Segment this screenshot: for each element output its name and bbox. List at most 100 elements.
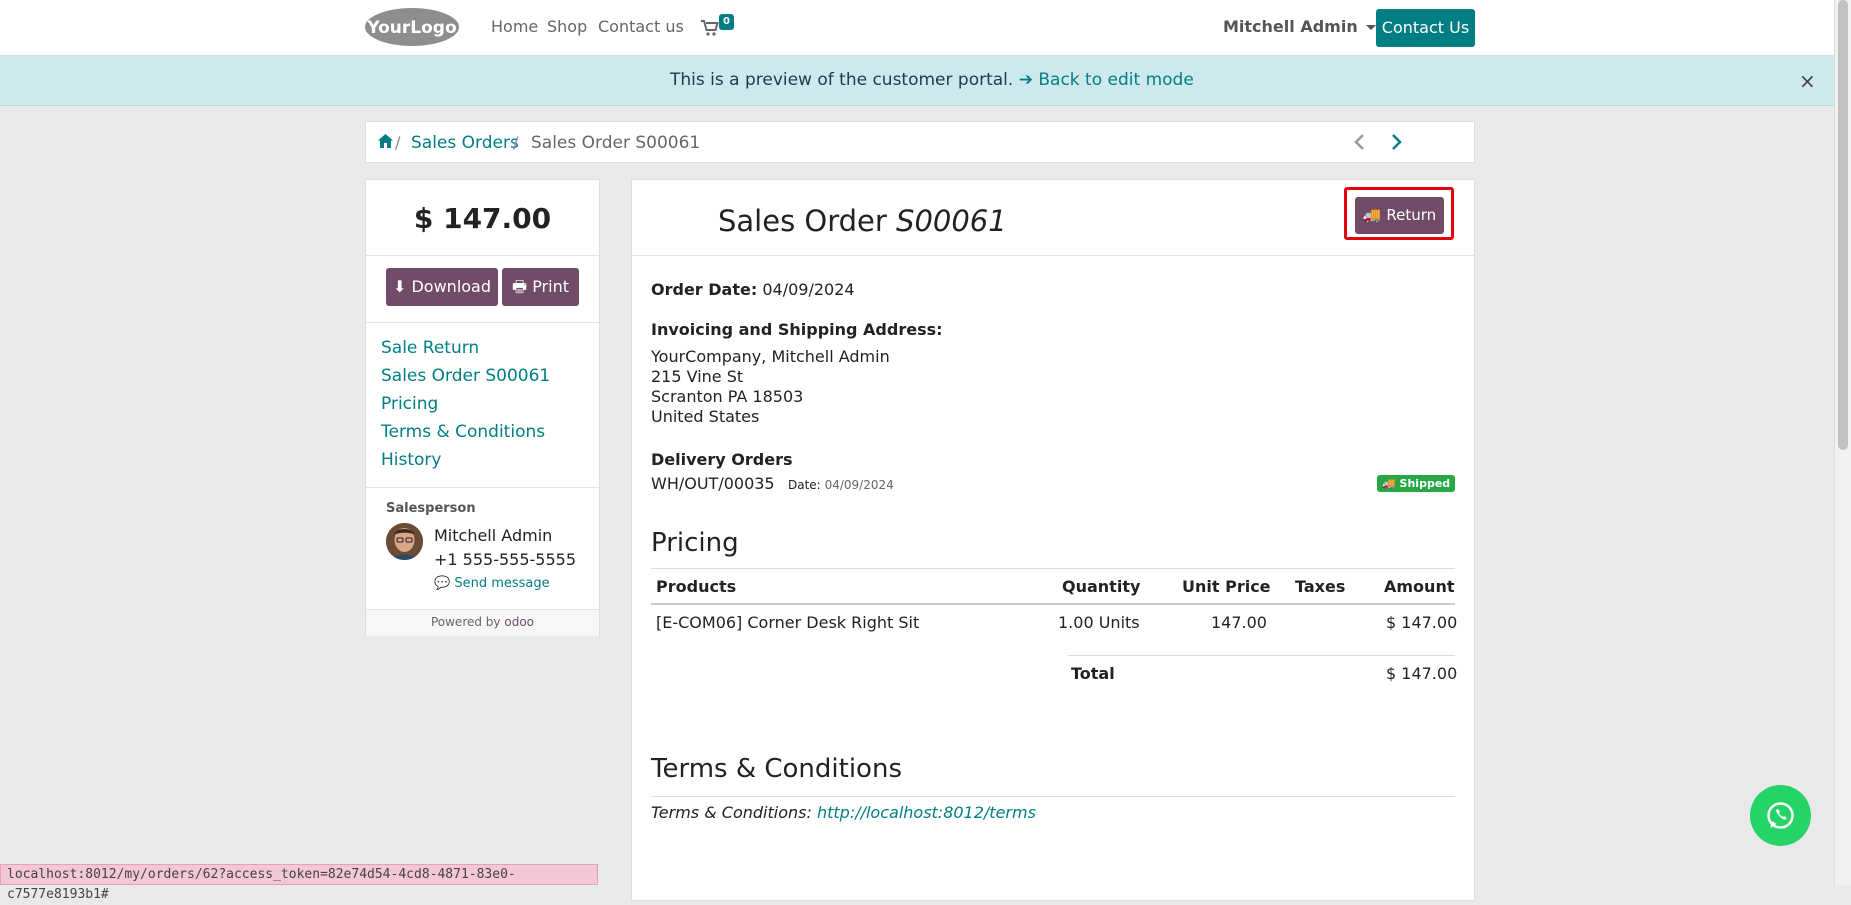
divider xyxy=(632,255,1474,256)
nav-home-link[interactable]: Home xyxy=(491,17,538,36)
powered-by-label: Powered by xyxy=(430,615,501,629)
truck-icon: 🚚 xyxy=(1362,206,1382,224)
return-label: Return xyxy=(1386,206,1437,224)
sidebar-link-history[interactable]: History xyxy=(381,450,441,470)
logo-text: YourLogo xyxy=(366,18,456,38)
chevron-down-icon xyxy=(1365,25,1376,30)
nav-shop-link[interactable]: Shop xyxy=(547,17,587,36)
total-label: Total xyxy=(1071,664,1115,683)
contact-us-button[interactable]: Contact Us xyxy=(1376,9,1475,47)
portal-preview-alert: This is a preview of the customer portal… xyxy=(0,56,1834,106)
terms-line: Terms & Conditions: http://localhost:801… xyxy=(651,803,1036,822)
address-line: Scranton PA 18503 xyxy=(651,387,804,406)
sidebar-link-sale-return[interactable]: Sale Return xyxy=(381,338,479,358)
chevron-right-icon[interactable] xyxy=(1390,131,1402,156)
page-title: Sales Order S00061 xyxy=(718,204,1007,238)
title-prefix: Sales Order xyxy=(718,204,887,238)
back-to-edit-link[interactable]: ➔ Back to edit mode xyxy=(1019,70,1194,90)
terms-heading: Terms & Conditions xyxy=(651,754,902,784)
home-icon[interactable] xyxy=(378,133,393,152)
row-amount: $ 147.00 xyxy=(1386,613,1458,632)
breadcrumb-sales-orders[interactable]: Sales Orders xyxy=(411,133,519,153)
order-main-card: Sales Order S00061 🚚 Return Order Date: … xyxy=(631,179,1475,901)
truck-icon: 🚚 xyxy=(1382,477,1396,490)
top-navbar: YourLogo Home Shop Contact us 0 Mitchell… xyxy=(0,0,1834,56)
send-message-label: Send message xyxy=(454,576,550,591)
address-line: YourCompany, Mitchell Admin xyxy=(651,347,890,366)
order-sidebar: $ 147.00 ⬇ Download 🖶 Print Sale Return … xyxy=(365,179,600,636)
close-icon[interactable]: × xyxy=(1799,69,1816,93)
powered-by-footer: Powered by odoo xyxy=(366,609,599,636)
order-total-amount: $ 147.00 xyxy=(413,202,552,235)
address-line: 215 Vine St xyxy=(651,367,744,386)
avatar xyxy=(386,523,423,560)
chat-bubble-icon: 💬 xyxy=(434,576,451,591)
col-quantity: Quantity xyxy=(1062,577,1141,596)
table-top-border xyxy=(651,568,1455,569)
preview-message: This is a preview of the customer portal… xyxy=(670,70,1194,90)
print-icon: 🖶 xyxy=(511,277,528,296)
delivery-date-value: 04/09/2024 xyxy=(824,478,894,492)
nav-contact-link[interactable]: Contact us xyxy=(598,17,684,36)
status-bar-url: localhost:8012/my/orders/62?access_token… xyxy=(0,864,598,902)
download-button[interactable]: ⬇ Download xyxy=(386,268,498,306)
user-menu[interactable]: Mitchell Admin xyxy=(1223,17,1376,36)
row-unit-price: 147.00 xyxy=(1211,613,1267,632)
address-line: United States xyxy=(651,407,760,426)
odoo-logo[interactable]: odoo xyxy=(504,615,534,629)
divider xyxy=(366,322,599,323)
breadcrumb-separator: / xyxy=(513,133,519,152)
breadcrumb: / Sales Orders / Sales Order S00061 xyxy=(365,121,1475,163)
delivery-orders-label: Delivery Orders xyxy=(651,450,793,469)
order-date-value: 04/09/2024 xyxy=(762,280,855,299)
divider xyxy=(366,255,599,256)
whatsapp-button[interactable] xyxy=(1750,785,1811,846)
sidebar-link-sales-order[interactable]: Sales Order S00061 xyxy=(381,366,550,386)
address-label: Invoicing and Shipping Address: xyxy=(651,320,943,339)
table-header-border xyxy=(651,603,1455,605)
back-to-edit-label: Back to edit mode xyxy=(1038,70,1194,90)
divider xyxy=(366,487,599,488)
salesperson-label: Salesperson xyxy=(386,501,476,516)
total-border xyxy=(1068,655,1455,656)
breadcrumb-separator: / xyxy=(395,133,401,152)
col-taxes: Taxes xyxy=(1295,577,1346,596)
order-number: S00061 xyxy=(896,204,1007,238)
status-badge: 🚚 Shipped xyxy=(1377,475,1456,492)
col-products: Products xyxy=(656,577,737,596)
whatsapp-icon xyxy=(1767,802,1794,829)
arrow-right-icon: ➔ xyxy=(1018,70,1033,90)
breadcrumb-current: Sales Order S00061 xyxy=(531,133,701,153)
scrollbar-thumb[interactable] xyxy=(1838,0,1848,450)
terms-link[interactable]: http://localhost:8012/terms xyxy=(817,803,1036,822)
salesperson-name: Mitchell Admin xyxy=(434,526,553,545)
cart-icon xyxy=(701,20,719,36)
total-value: $ 147.00 xyxy=(1386,664,1458,683)
delivery-order-link[interactable]: WH/OUT/00035 xyxy=(651,474,775,493)
terms-divider xyxy=(651,796,1455,797)
salesperson-phone: +1 555-555-5555 xyxy=(434,550,577,569)
status-label: Shipped xyxy=(1399,477,1451,490)
order-date: Order Date: 04/09/2024 xyxy=(651,280,855,299)
terms-label: Terms & Conditions: xyxy=(651,803,812,822)
print-label: Print xyxy=(532,277,569,296)
user-name: Mitchell Admin xyxy=(1223,17,1358,36)
delivery-date-label: Date: xyxy=(788,478,821,492)
vertical-scrollbar[interactable] xyxy=(1834,0,1851,885)
col-unit-price: Unit Price xyxy=(1182,577,1271,596)
order-date-label: Order Date: xyxy=(651,280,758,299)
return-button[interactable]: 🚚 Return xyxy=(1355,197,1444,234)
delivery-date: Date: 04/09/2024 xyxy=(788,478,894,492)
print-button[interactable]: 🖶 Print xyxy=(502,268,579,306)
download-icon: ⬇ xyxy=(392,277,407,296)
sidebar-link-pricing[interactable]: Pricing xyxy=(381,394,438,414)
sidebar-link-terms[interactable]: Terms & Conditions xyxy=(381,422,545,442)
company-logo[interactable]: YourLogo xyxy=(364,7,460,47)
cart-count-badge: 0 xyxy=(719,14,734,30)
pricing-heading: Pricing xyxy=(651,528,739,558)
row-quantity: 1.00 Units xyxy=(1058,613,1140,632)
preview-text: This is a preview of the customer portal… xyxy=(670,70,1014,90)
product-link[interactable]: [E-COM06] Corner Desk Right Sit xyxy=(656,613,919,632)
send-message-link[interactable]: 💬 Send message xyxy=(434,576,550,591)
chevron-left-icon[interactable] xyxy=(1354,131,1366,156)
